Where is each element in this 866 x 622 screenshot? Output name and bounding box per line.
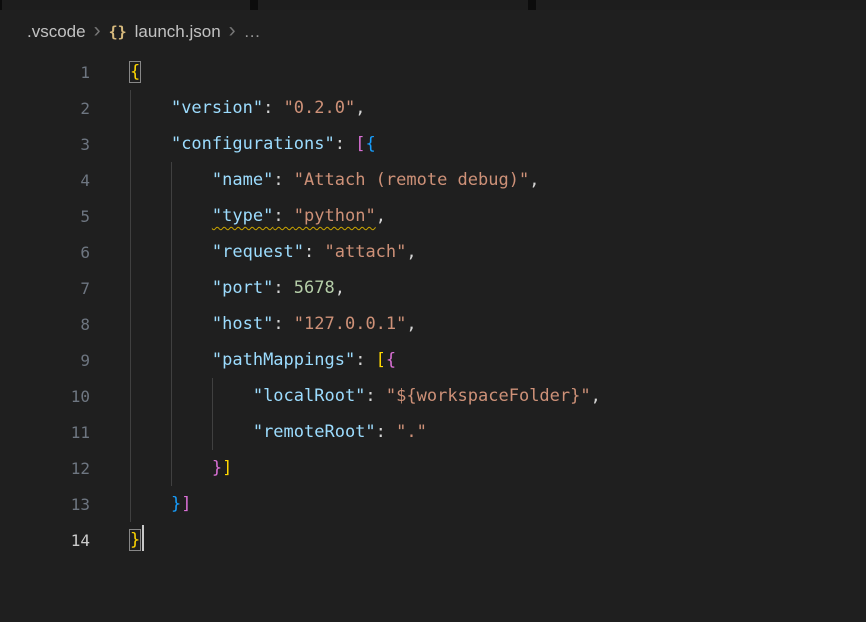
chevron-right-icon: › — [94, 20, 101, 41]
code-token: "request" — [212, 242, 304, 262]
code-text: "remoteRoot": "." — [90, 414, 427, 450]
code-text: "type": "python", — [90, 198, 386, 234]
code-token: } — [171, 494, 181, 514]
code-token: , — [335, 278, 345, 298]
code-token: "127.0.0.1" — [294, 314, 407, 334]
line-number[interactable]: 4 — [0, 171, 90, 190]
code-token: "attach" — [325, 242, 407, 262]
code-token: ] — [222, 458, 232, 478]
code-token: : — [273, 170, 293, 190]
text-cursor — [142, 525, 144, 551]
tab-remnant — [258, 0, 528, 10]
code-token: : — [263, 98, 283, 118]
code-text: "name": "Attach (remote debug)", — [90, 162, 539, 198]
code-token: : — [355, 350, 375, 370]
code-token: : — [273, 278, 293, 298]
line-number[interactable]: 5 — [0, 207, 90, 226]
code-line[interactable]: 1{ — [0, 54, 866, 90]
line-number[interactable]: 9 — [0, 351, 90, 370]
code-token: } — [212, 458, 222, 478]
code-token: "name" — [212, 170, 273, 190]
code-token: , — [376, 206, 386, 226]
tab-remnant — [536, 0, 866, 10]
code-token: "host" — [212, 314, 273, 334]
tab-remnant — [2, 0, 250, 10]
code-token: 5678 — [294, 278, 335, 298]
code-text: "request": "attach", — [90, 234, 417, 270]
line-number[interactable]: 3 — [0, 135, 90, 154]
code-token: : — [376, 422, 396, 442]
code-token: , — [406, 314, 416, 334]
code-token: : — [304, 242, 324, 262]
code-token: : — [335, 134, 355, 154]
bracket-match: } — [130, 530, 140, 550]
code-token: "Attach (remote debug)" — [294, 170, 529, 190]
code-text: "localRoot": "${workspaceFolder}", — [90, 378, 601, 414]
line-number[interactable]: 8 — [0, 315, 90, 334]
code-token: { — [386, 350, 396, 370]
code-token — [130, 134, 171, 154]
code-token: , — [355, 98, 365, 118]
code-token: [ — [355, 134, 365, 154]
tab-bar-edge — [0, 0, 866, 10]
code-text: "version": "0.2.0", — [90, 90, 365, 126]
code-token: "." — [396, 422, 427, 442]
breadcrumb-file[interactable]: launch.json — [135, 22, 221, 42]
json-file-icon: {} — [109, 23, 127, 41]
code-text: "host": "127.0.0.1", — [90, 306, 417, 342]
line-number[interactable]: 11 — [0, 423, 90, 442]
code-token: : — [273, 206, 293, 226]
code-token: "localRoot" — [253, 386, 366, 406]
code-text: "configurations": [{ — [90, 126, 376, 162]
indent-guide — [130, 90, 131, 522]
code-token — [130, 494, 171, 514]
line-number[interactable]: 7 — [0, 279, 90, 298]
code-token: "python" — [294, 206, 376, 226]
code-token — [130, 98, 171, 118]
code-text: "port": 5678, — [90, 270, 345, 306]
line-number[interactable]: 10 — [0, 387, 90, 406]
code-token: , — [591, 386, 601, 406]
code-lines[interactable]: 1{2 "version": "0.2.0",3 "configurations… — [0, 54, 866, 558]
line-number[interactable]: 14 — [0, 531, 90, 550]
line-number[interactable]: 13 — [0, 495, 90, 514]
code-token: { — [365, 134, 375, 154]
line-number[interactable]: 2 — [0, 99, 90, 118]
code-token: "${workspaceFolder}" — [386, 386, 591, 406]
code-token: : — [365, 386, 385, 406]
code-text: "pathMappings": [{ — [90, 342, 396, 378]
code-text: { — [90, 54, 140, 90]
code-text: }] — [90, 450, 232, 486]
breadcrumb-more[interactable]: … — [244, 22, 262, 42]
breadcrumb: .vscode › {} launch.json › … — [0, 10, 866, 54]
code-token: "type" — [212, 206, 273, 226]
code-token: : — [273, 314, 293, 334]
code-token: [ — [376, 350, 386, 370]
code-token: , — [406, 242, 416, 262]
code-token — [130, 422, 253, 442]
line-number[interactable]: 12 — [0, 459, 90, 478]
code-token — [130, 386, 253, 406]
code-token: "configurations" — [171, 134, 335, 154]
code-text: }] — [90, 486, 191, 522]
code-line[interactable]: 14} — [0, 522, 866, 558]
code-token: ] — [181, 494, 191, 514]
breadcrumb-folder[interactable]: .vscode — [27, 22, 86, 42]
line-number[interactable]: 6 — [0, 243, 90, 262]
code-token: "remoteRoot" — [253, 422, 376, 442]
code-token: , — [529, 170, 539, 190]
code-token: "version" — [171, 98, 263, 118]
bracket-match: { — [130, 62, 140, 82]
chevron-right-icon: › — [229, 20, 236, 41]
indent-guide — [171, 162, 172, 486]
code-token: "0.2.0" — [284, 98, 356, 118]
code-token: "port" — [212, 278, 273, 298]
indent-guide — [212, 378, 213, 450]
line-number[interactable]: 1 — [0, 63, 90, 82]
code-text: } — [90, 522, 144, 558]
code-token: "pathMappings" — [212, 350, 355, 370]
